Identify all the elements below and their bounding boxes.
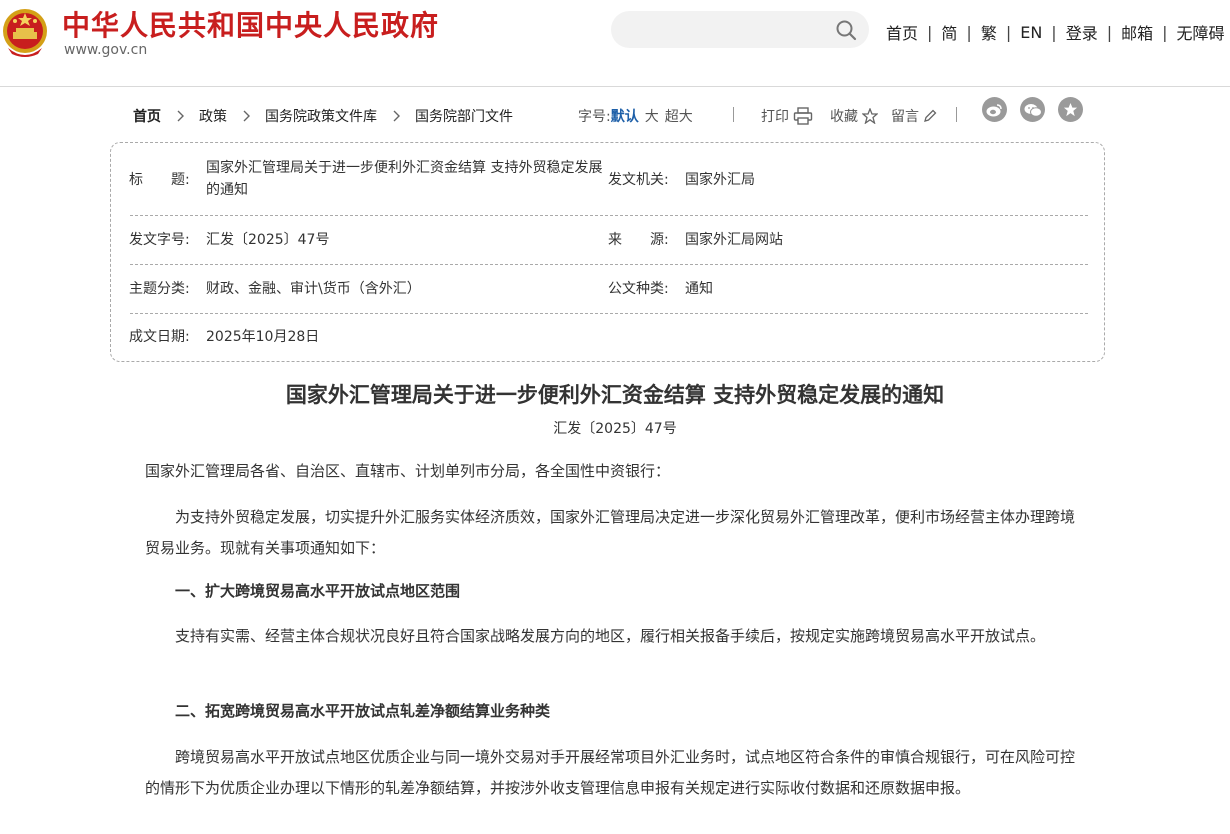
info-type-value: 通知 <box>685 281 713 297</box>
breadcrumb-policy[interactable]: 政策 <box>199 106 227 126</box>
star-icon <box>862 108 878 124</box>
nav-separator: | <box>927 22 933 42</box>
top-nav: 首页 | 简 | 繁 | EN | 登录 | 邮箱 | 无障碍 <box>886 20 1225 44</box>
info-topic-value: 财政、金融、审计\货币（含外汇） <box>206 281 421 297</box>
font-size-xlarge[interactable]: 超大 <box>665 106 693 126</box>
national-emblem-logo[interactable] <box>2 4 48 60</box>
share-favorite-button[interactable] <box>1058 97 1083 122</box>
chevron-right-icon <box>393 110 400 122</box>
nav-mailbox[interactable]: 邮箱 <box>1121 20 1153 44</box>
favorite-button[interactable]: 收藏 <box>830 106 878 126</box>
nav-english[interactable]: EN <box>1020 23 1042 42</box>
nav-accessibility[interactable]: 无障碍 <box>1177 20 1225 44</box>
info-title-value: 国家外汇管理局关于进一步便利外汇资金结算 支持外贸稳定发展的通知 <box>206 160 603 198</box>
pencil-icon <box>924 109 937 122</box>
info-title-label: 标 题: <box>129 172 190 188</box>
article-title: 国家外汇管理局关于进一步便利外汇资金结算 支持外贸稳定发展的通知 <box>285 383 945 407</box>
article-doc-number: 汇发〔2025〕47号 <box>553 421 677 437</box>
share-wechat-button[interactable] <box>1020 97 1045 122</box>
info-issuer-label: 发文机关: <box>608 172 669 188</box>
nav-separator: | <box>966 22 972 42</box>
toolbar-row: 首页 政策 国务院政策文件库 国务院部门文件 字号: 默认 大 超大 打印 收藏… <box>0 87 1230 141</box>
print-button[interactable]: 打印 <box>761 106 813 126</box>
printer-icon <box>793 107 813 125</box>
info-date-label: 成文日期: <box>129 329 190 345</box>
weibo-icon <box>986 103 1002 116</box>
info-source-value: 国家外汇局网站 <box>685 232 783 248</box>
site-url[interactable]: www.gov.cn <box>64 42 147 58</box>
row-divider <box>130 264 1088 265</box>
wechat-icon <box>1024 103 1042 117</box>
comment-button[interactable]: 留言 <box>891 106 937 126</box>
comment-label: 留言 <box>891 109 919 125</box>
site-title[interactable]: 中华人民共和国中央人民政府 <box>62 4 439 44</box>
nav-separator: | <box>1051 22 1057 42</box>
info-type-label: 公文种类: <box>608 281 669 297</box>
chevron-right-icon <box>243 110 250 122</box>
breadcrumb-policy-library[interactable]: 国务院政策文件库 <box>265 106 377 126</box>
divider <box>733 107 734 122</box>
nav-separator: | <box>1005 22 1012 42</box>
search-icon[interactable] <box>835 19 857 41</box>
nav-separator: | <box>1106 22 1113 42</box>
font-size-label: 字号: <box>578 109 611 125</box>
info-issuer-value: 国家外汇局 <box>685 172 755 188</box>
breadcrumb-department-docs[interactable]: 国务院部门文件 <box>415 106 513 126</box>
info-topic-label: 主题分类: <box>129 281 190 297</box>
print-label: 打印 <box>761 109 789 125</box>
row-divider <box>130 215 1088 216</box>
article-section-heading: 二、拓宽跨境贸易高水平开放试点轧差净额结算业务种类 <box>175 702 551 720</box>
article-section-heading: 一、扩大跨境贸易高水平开放试点地区范围 <box>175 582 461 600</box>
document-info-table: 标 题: 国家外汇管理局关于进一步便利外汇资金结算 支持外贸稳定发展的通知 发文… <box>110 142 1105 362</box>
nav-login[interactable]: 登录 <box>1066 20 1098 44</box>
article-paragraph: 支持有实需、经营主体合规状况良好且符合国家战略发展方向的地区，履行相关报备手续后… <box>175 627 1046 645</box>
info-docno-label: 发文字号: <box>129 232 190 248</box>
info-date-value: 2025年10月28日 <box>206 329 320 345</box>
info-docno-value: 汇发〔2025〕47号 <box>206 232 330 248</box>
font-size-switcher: 字号: 默认 大 超大 <box>578 106 693 126</box>
search-box[interactable] <box>611 11 869 48</box>
divider <box>956 107 957 122</box>
info-source-label: 来 源: <box>608 232 669 248</box>
article-paragraph: 为支持外贸稳定发展，切实提升外汇服务实体经济质效，国家外汇管理局决定进一步深化贸… <box>145 508 1076 557</box>
nav-traditional[interactable]: 繁 <box>981 20 997 44</box>
article-paragraph: 跨境贸易高水平开放试点地区优质企业与同一境外交易对手开展经常项目外汇业务时，试点… <box>145 748 1076 797</box>
breadcrumb: 首页 政策 国务院政策文件库 国务院部门文件 <box>133 106 513 126</box>
search-input[interactable] <box>611 11 835 48</box>
site-header: 中华人民共和国中央人民政府 www.gov.cn 首页 | 简 | 繁 | EN… <box>0 0 1230 87</box>
breadcrumb-home[interactable]: 首页 <box>133 106 161 126</box>
nav-simplified[interactable]: 简 <box>941 20 957 44</box>
font-size-default[interactable]: 默认 <box>611 106 639 126</box>
nav-separator: | <box>1162 22 1168 42</box>
article-paragraph: 国家外汇管理局各省、自治区、直辖市、计划单列市分局，各全国性中资银行： <box>145 462 671 480</box>
nav-home[interactable]: 首页 <box>886 20 918 44</box>
star-icon <box>1063 102 1078 117</box>
share-weibo-button[interactable] <box>982 97 1007 122</box>
row-divider <box>130 313 1088 314</box>
favorite-label: 收藏 <box>830 109 858 125</box>
font-size-large[interactable]: 大 <box>645 106 659 126</box>
chevron-right-icon <box>177 110 184 122</box>
